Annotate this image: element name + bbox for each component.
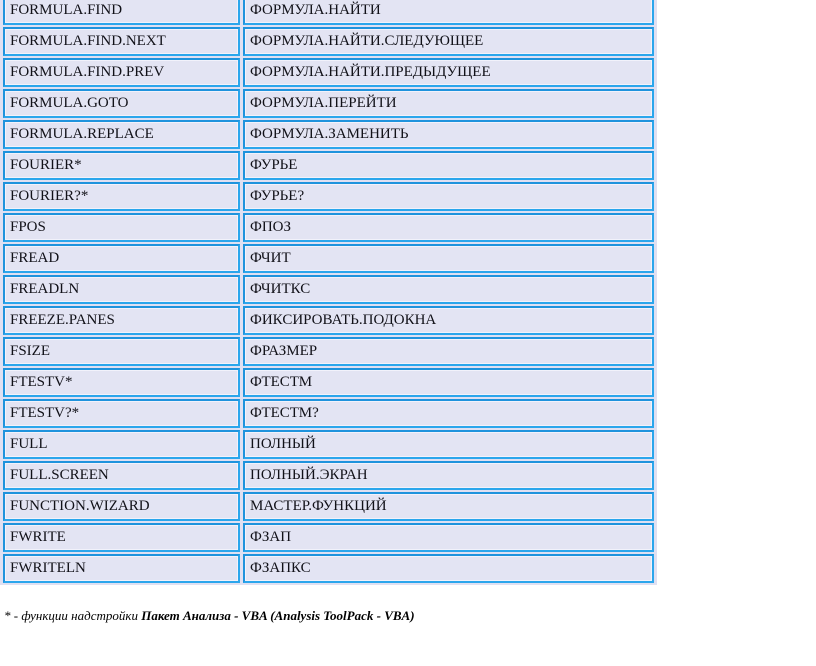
table-row: FWRITELN ФЗАПКС (3, 554, 654, 583)
cell-function-name-en: FORMULA.GOTO (3, 89, 240, 118)
cell-function-name-ru: ФТЕСТМ? (243, 399, 654, 428)
cell-function-name-en: FULL.SCREEN (3, 461, 240, 490)
table-row: FULL ПОЛНЫЙ (3, 430, 654, 459)
cell-function-name-en: FULL (3, 430, 240, 459)
footnote-prefix: * - функции надстройки (4, 608, 142, 623)
cell-function-name-ru: ФОРМУЛА.НАЙТИ.СЛЕДУЮЩЕЕ (243, 27, 654, 56)
cell-function-name-ru: ФОРМУЛА.НАЙТИ.ПРЕДЫДУЩЕЕ (243, 58, 654, 87)
table-row: FREAD ФЧИТ (3, 244, 654, 273)
table-row: FORMULA.FIND.NEXT ФОРМУЛА.НАЙТИ.СЛЕДУЮЩЕЕ (3, 27, 654, 56)
cell-function-name-en: FPOS (3, 213, 240, 242)
cell-function-name-ru: ФИКСИРОВАТЬ.ПОДОКНА (243, 306, 654, 335)
cell-function-name-en: FSIZE (3, 337, 240, 366)
cell-function-name-ru: ФТЕСТМ (243, 368, 654, 397)
footnote: * - функции надстройки Пакет Анализа - V… (4, 608, 415, 624)
function-table-container: FORMULA.FIND ФОРМУЛА.НАЙТИ FORMULA.FIND.NE… (0, 0, 657, 585)
table-row: FOURIER?* ФУРЬЕ? (3, 182, 654, 211)
table-row: FWRITE ФЗАП (3, 523, 654, 552)
cell-function-name-ru: ФЗАПКС (243, 554, 654, 583)
cell-function-name-ru: МАСТЕР.ФУНКЦИЙ (243, 492, 654, 521)
cell-function-name-ru: ФПОЗ (243, 213, 654, 242)
table-row: FTESTV?* ФТЕСТМ? (3, 399, 654, 428)
cell-function-name-en: FOURIER* (3, 151, 240, 180)
cell-function-name-en: FTESTV?* (3, 399, 240, 428)
cell-function-name-en: FORMULA.REPLACE (3, 120, 240, 149)
table-row: FORMULA.FIND ФОРМУЛА.НАЙТИ (3, 0, 654, 25)
cell-function-name-en: FORMULA.FIND.NEXT (3, 27, 240, 56)
table-row: FPOS ФПОЗ (3, 213, 654, 242)
cell-function-name-en: FREADLN (3, 275, 240, 304)
table-row: FUNCTION.WIZARD МАСТЕР.ФУНКЦИЙ (3, 492, 654, 521)
table-row: FOURIER* ФУРЬЕ (3, 151, 654, 180)
cell-function-name-en: FWRITE (3, 523, 240, 552)
cell-function-name-ru: ФЗАП (243, 523, 654, 552)
cell-function-name-ru: ПОЛНЫЙ.ЭКРАН (243, 461, 654, 490)
table-row: FULL.SCREEN ПОЛНЫЙ.ЭКРАН (3, 461, 654, 490)
cell-function-name-en: FORMULA.FIND.PREV (3, 58, 240, 87)
cell-function-name-en: FWRITELN (3, 554, 240, 583)
table-row: FORMULA.FIND.PREV ФОРМУЛА.НАЙТИ.ПРЕДЫДУЩЕ… (3, 58, 654, 87)
cell-function-name-ru: ФОРМУЛА.ПЕРЕЙТИ (243, 89, 654, 118)
table-row: FTESTV* ФТЕСТМ (3, 368, 654, 397)
table-row: FREEZE.PANES ФИКСИРОВАТЬ.ПОДОКНА (3, 306, 654, 335)
cell-function-name-ru: ФОРМУЛА.ЗАМЕНИТЬ (243, 120, 654, 149)
cell-function-name-en: FOURIER?* (3, 182, 240, 211)
function-translation-table: FORMULA.FIND ФОРМУЛА.НАЙТИ FORMULA.FIND.NE… (0, 0, 657, 585)
table-row: FORMULA.REPLACE ФОРМУЛА.ЗАМЕНИТЬ (3, 120, 654, 149)
footnote-emphasis: Пакет Анализа - VBA (Analysis ToolPack -… (141, 608, 415, 623)
cell-function-name-en: FORMULA.FIND (3, 0, 240, 25)
cell-function-name-ru: ФУРЬЕ (243, 151, 654, 180)
cell-function-name-en: FUNCTION.WIZARD (3, 492, 240, 521)
cell-function-name-en: FREAD (3, 244, 240, 273)
cell-function-name-ru: ФЧИТКС (243, 275, 654, 304)
table-row: FREADLN ФЧИТКС (3, 275, 654, 304)
cell-function-name-en: FTESTV* (3, 368, 240, 397)
table-body: FORMULA.FIND ФОРМУЛА.НАЙТИ FORMULA.FIND.NE… (3, 0, 654, 583)
cell-function-name-en: FREEZE.PANES (3, 306, 240, 335)
table-row: FSIZE ФРАЗМЕР (3, 337, 654, 366)
table-row: FORMULA.GOTO ФОРМУЛА.ПЕРЕЙТИ (3, 89, 654, 118)
cell-function-name-ru: ФУРЬЕ? (243, 182, 654, 211)
cell-function-name-ru: ФЧИТ (243, 244, 654, 273)
cell-function-name-ru: ФОРМУЛА.НАЙТИ (243, 0, 654, 25)
cell-function-name-ru: ФРАЗМЕР (243, 337, 654, 366)
cell-function-name-ru: ПОЛНЫЙ (243, 430, 654, 459)
